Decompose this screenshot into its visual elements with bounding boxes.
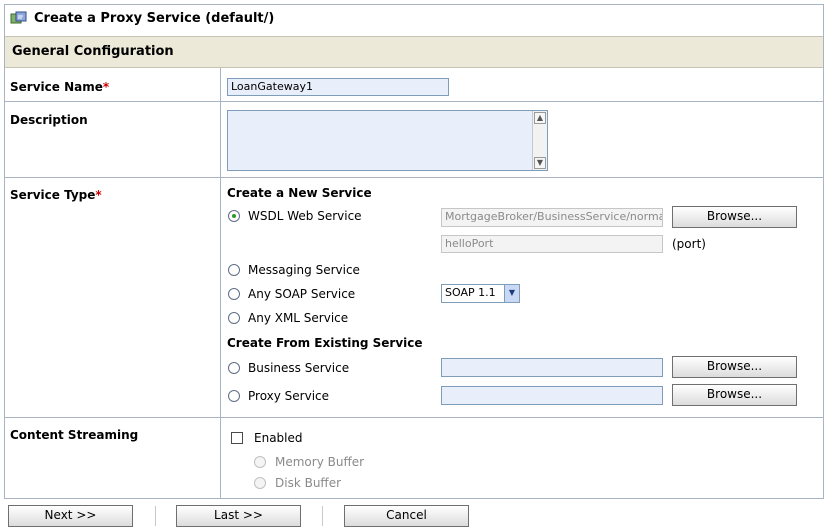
row-divider — [5, 177, 823, 178]
next-button[interactable]: Next >> — [8, 505, 133, 527]
port-input[interactable]: helloPort — [441, 235, 663, 253]
existing-heading: Create From Existing Service — [227, 336, 423, 350]
disk-buffer-radio[interactable] — [254, 477, 266, 489]
any-soap-radio[interactable] — [228, 288, 240, 300]
any-xml-label: Any XML Service — [248, 311, 349, 325]
any-xml-radio[interactable] — [228, 312, 240, 324]
disk-buffer-label: Disk Buffer — [275, 476, 342, 490]
wsdl-input[interactable]: MortgageBroker/BusinessService/normall — [441, 208, 663, 227]
scroll-down-icon[interactable]: ▼ — [534, 157, 546, 169]
enabled-label: Enabled — [254, 431, 303, 445]
cancel-button[interactable]: Cancel — [344, 505, 469, 527]
description-label: Description — [10, 113, 88, 127]
last-button[interactable]: Last >> — [176, 505, 301, 527]
required-mark: * — [102, 80, 110, 94]
button-separator — [322, 506, 323, 526]
business-service-label: Business Service — [248, 361, 350, 375]
description-textarea[interactable]: ▲ ▼ — [227, 110, 548, 171]
scroll-up-icon[interactable]: ▲ — [534, 112, 546, 124]
row-divider — [5, 101, 823, 102]
enabled-checkbox[interactable] — [231, 432, 243, 444]
row-divider — [5, 417, 823, 418]
service-name-label-text: Service Name — [10, 80, 103, 94]
proxy-service-radio[interactable] — [228, 390, 240, 402]
page-title: Create a Proxy Service (default/) — [34, 11, 275, 26]
memory-buffer-radio[interactable] — [254, 456, 266, 468]
memory-buffer-label: Memory Buffer — [275, 455, 365, 469]
chevron-down-icon[interactable]: ▼ — [504, 285, 519, 302]
content-streaming-label: Content Streaming — [10, 428, 139, 442]
messaging-radio[interactable] — [228, 264, 240, 276]
description-scrollbar[interactable]: ▲ ▼ — [532, 111, 547, 170]
service-name-label: Service Name* — [10, 80, 109, 94]
business-service-radio[interactable] — [228, 362, 240, 374]
proxy-browse-button[interactable]: Browse... — [672, 384, 797, 406]
port-label: (port) — [672, 237, 706, 251]
soap-version-value: SOAP 1.1 — [445, 286, 496, 299]
create-new-heading: Create a New Service — [227, 186, 372, 200]
business-browse-button[interactable]: Browse... — [672, 356, 797, 378]
section-title: General Configuration — [12, 44, 174, 59]
wsdl-browse-button[interactable]: Browse... — [672, 206, 797, 228]
service-type-label: Service Type* — [10, 188, 102, 202]
button-separator — [155, 506, 156, 526]
service-type-label-text: Service Type — [10, 188, 96, 202]
required-mark: * — [95, 188, 102, 202]
wsdl-label: WSDL Web Service — [248, 209, 362, 223]
service-name-input[interactable]: LoanGateway1 — [227, 78, 449, 96]
proxy-service-icon — [10, 11, 28, 25]
business-service-input[interactable] — [441, 358, 663, 377]
wsdl-radio[interactable] — [228, 210, 240, 222]
proxy-service-label: Proxy Service — [248, 389, 330, 403]
soap-version-select[interactable]: SOAP 1.1 ▼ — [441, 284, 520, 303]
proxy-service-input[interactable] — [441, 386, 663, 405]
messaging-label: Messaging Service — [248, 263, 360, 277]
column-divider — [220, 68, 221, 499]
any-soap-label: Any SOAP Service — [248, 287, 356, 301]
